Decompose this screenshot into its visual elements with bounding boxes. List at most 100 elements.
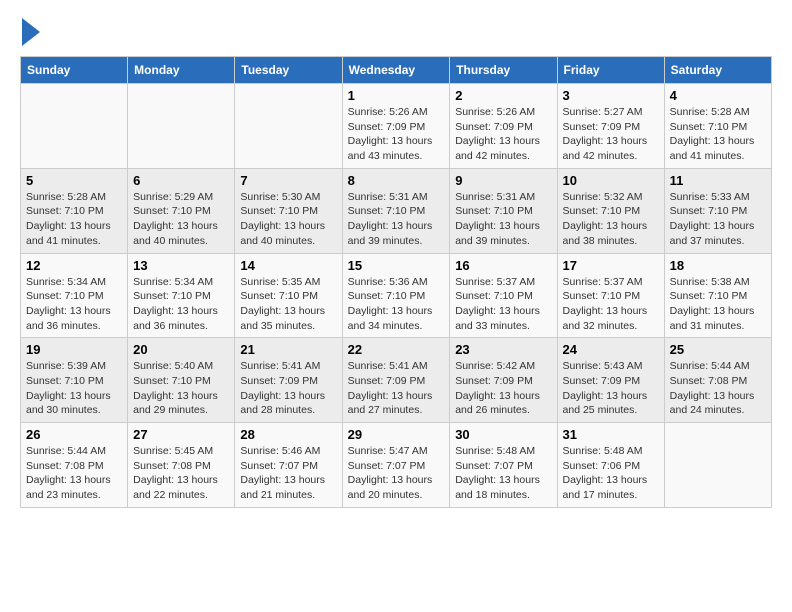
day-info-text: Sunrise: 5:38 AM Sunset: 7:10 PM Dayligh… — [670, 275, 766, 334]
calendar-day-cell: 30Sunrise: 5:48 AM Sunset: 7:07 PM Dayli… — [450, 423, 557, 508]
day-number: 28 — [240, 427, 336, 442]
day-info-text: Sunrise: 5:44 AM Sunset: 7:08 PM Dayligh… — [670, 359, 766, 418]
day-number: 23 — [455, 342, 551, 357]
calendar-day-cell: 25 Sunrise: 5:44 AM Sunset: 7:08 PM Dayli… — [664, 338, 771, 423]
day-info-text: Sunrise: 5:26 AM Sunset: 7:09 PM Dayligh… — [455, 105, 551, 164]
day-number: 12 — [26, 258, 122, 273]
day-number: 13 — [133, 258, 229, 273]
calendar-day-cell: 5 Sunrise: 5:28 AM Sunset: 7:10 PM Daylig… — [21, 168, 128, 253]
day-number: 25 — [670, 342, 766, 357]
day-info-text: Sunrise: 5:31 AM Sunset: 7:10 PM Dayligh… — [348, 190, 445, 249]
day-number: 26 — [26, 427, 122, 442]
calendar-day-cell: 6Sunrise: 5:29 AM Sunset: 7:10 PM Daylig… — [128, 168, 235, 253]
day-info-text: Sunrise: 5:31 AM Sunset: 7:10 PM Dayligh… — [455, 190, 551, 249]
day-info-text: Sunrise: 5:42 AM Sunset: 7:09 PM Dayligh… — [455, 359, 551, 418]
day-info-text: Sunrise: 5:36 AM Sunset: 7:10 PM Dayligh… — [348, 275, 445, 334]
calendar-day-cell: 4 Sunrise: 5:28 AM Sunset: 7:10 PM Daylig… — [664, 84, 771, 169]
day-info-text: Sunrise: 5:30 AM Sunset: 7:10 PM Dayligh… — [240, 190, 336, 249]
day-info-text: Sunrise: 5:26 AM Sunset: 7:09 PM Dayligh… — [348, 105, 445, 164]
calendar-header-row: SundayMondayTuesdayWednesdayThursdayFrid… — [21, 57, 772, 84]
calendar-day-cell — [128, 84, 235, 169]
day-number: 21 — [240, 342, 336, 357]
day-info-text: Sunrise: 5:37 AM Sunset: 7:10 PM Dayligh… — [455, 275, 551, 334]
calendar-week-row: 5 Sunrise: 5:28 AM Sunset: 7:10 PM Daylig… — [21, 168, 772, 253]
day-of-week-header: Thursday — [450, 57, 557, 84]
calendar-day-cell: 28 Sunrise: 5:46 AM Sunset: 7:07 PM Dayli… — [235, 423, 342, 508]
calendar-day-cell: 7 Sunrise: 5:30 AM Sunset: 7:10 PM Daylig… — [235, 168, 342, 253]
calendar-week-row: 12 Sunrise: 5:34 AM Sunset: 7:10 PM Dayli… — [21, 253, 772, 338]
day-number: 18 — [670, 258, 766, 273]
calendar-day-cell: 21 Sunrise: 5:41 AM Sunset: 7:09 PM Dayli… — [235, 338, 342, 423]
day-number: 14 — [240, 258, 336, 273]
calendar-day-cell: 29 Sunrise: 5:47 AM Sunset: 7:07 PM Dayli… — [342, 423, 450, 508]
day-number: 6 — [133, 173, 229, 188]
day-info-text: Sunrise: 5:34 AM Sunset: 7:10 PM Dayligh… — [133, 275, 229, 334]
logo — [20, 20, 40, 46]
day-info-text: Sunrise: 5:40 AM Sunset: 7:10 PM Dayligh… — [133, 359, 229, 418]
calendar-day-cell: 13 Sunrise: 5:34 AM Sunset: 7:10 PM Dayli… — [128, 253, 235, 338]
day-number: 10 — [563, 173, 659, 188]
day-info-text: Sunrise: 5:47 AM Sunset: 7:07 PM Dayligh… — [348, 444, 445, 503]
calendar-day-cell: 22Sunrise: 5:41 AM Sunset: 7:09 PM Dayli… — [342, 338, 450, 423]
calendar-week-row: 1 Sunrise: 5:26 AM Sunset: 7:09 PM Daylig… — [21, 84, 772, 169]
day-info-text: Sunrise: 5:32 AM Sunset: 7:10 PM Dayligh… — [563, 190, 659, 249]
calendar-day-cell: 17Sunrise: 5:37 AM Sunset: 7:10 PM Dayli… — [557, 253, 664, 338]
day-info-text: Sunrise: 5:28 AM Sunset: 7:10 PM Dayligh… — [26, 190, 122, 249]
calendar-table: SundayMondayTuesdayWednesdayThursdayFrid… — [20, 56, 772, 508]
day-of-week-header: Sunday — [21, 57, 128, 84]
calendar-day-cell: 3 Sunrise: 5:27 AM Sunset: 7:09 PM Daylig… — [557, 84, 664, 169]
day-number: 19 — [26, 342, 122, 357]
day-info-text: Sunrise: 5:44 AM Sunset: 7:08 PM Dayligh… — [26, 444, 122, 503]
calendar-day-cell: 20 Sunrise: 5:40 AM Sunset: 7:10 PM Dayli… — [128, 338, 235, 423]
calendar-day-cell: 18 Sunrise: 5:38 AM Sunset: 7:10 PM Dayli… — [664, 253, 771, 338]
day-info-text: Sunrise: 5:41 AM Sunset: 7:09 PM Dayligh… — [348, 359, 445, 418]
day-info-text: Sunrise: 5:27 AM Sunset: 7:09 PM Dayligh… — [563, 105, 659, 164]
day-info-text: Sunrise: 5:45 AM Sunset: 7:08 PM Dayligh… — [133, 444, 229, 503]
day-info-text: Sunrise: 5:34 AM Sunset: 7:10 PM Dayligh… — [26, 275, 122, 334]
calendar-day-cell — [664, 423, 771, 508]
day-info-text: Sunrise: 5:46 AM Sunset: 7:07 PM Dayligh… — [240, 444, 336, 503]
calendar-day-cell — [21, 84, 128, 169]
calendar-day-cell: 23 Sunrise: 5:42 AM Sunset: 7:09 PM Dayli… — [450, 338, 557, 423]
day-number: 5 — [26, 173, 122, 188]
day-info-text: Sunrise: 5:48 AM Sunset: 7:07 PM Dayligh… — [455, 444, 551, 503]
day-number: 16 — [455, 258, 551, 273]
page-header — [20, 20, 772, 46]
calendar-day-cell: 12 Sunrise: 5:34 AM Sunset: 7:10 PM Dayli… — [21, 253, 128, 338]
day-info-text: Sunrise: 5:39 AM Sunset: 7:10 PM Dayligh… — [26, 359, 122, 418]
day-number: 24 — [563, 342, 659, 357]
calendar-day-cell: 14 Sunrise: 5:35 AM Sunset: 7:10 PM Dayli… — [235, 253, 342, 338]
day-number: 2 — [455, 88, 551, 103]
logo-arrow-icon — [22, 18, 40, 46]
day-info-text: Sunrise: 5:37 AM Sunset: 7:10 PM Dayligh… — [563, 275, 659, 334]
day-of-week-header: Saturday — [664, 57, 771, 84]
day-info-text: Sunrise: 5:28 AM Sunset: 7:10 PM Dayligh… — [670, 105, 766, 164]
calendar-day-cell: 10 Sunrise: 5:32 AM Sunset: 7:10 PM Dayli… — [557, 168, 664, 253]
day-number: 29 — [348, 427, 445, 442]
day-number: 15 — [348, 258, 445, 273]
day-number: 9 — [455, 173, 551, 188]
day-of-week-header: Monday — [128, 57, 235, 84]
day-of-week-header: Friday — [557, 57, 664, 84]
calendar-day-cell: 8Sunrise: 5:31 AM Sunset: 7:10 PM Daylig… — [342, 168, 450, 253]
day-number: 27 — [133, 427, 229, 442]
day-info-text: Sunrise: 5:35 AM Sunset: 7:10 PM Dayligh… — [240, 275, 336, 334]
day-info-text: Sunrise: 5:48 AM Sunset: 7:06 PM Dayligh… — [563, 444, 659, 503]
day-of-week-header: Wednesday — [342, 57, 450, 84]
day-of-week-header: Tuesday — [235, 57, 342, 84]
day-info-text: Sunrise: 5:33 AM Sunset: 7:10 PM Dayligh… — [670, 190, 766, 249]
calendar-day-cell — [235, 84, 342, 169]
day-info-text: Sunrise: 5:41 AM Sunset: 7:09 PM Dayligh… — [240, 359, 336, 418]
calendar-day-cell: 15 Sunrise: 5:36 AM Sunset: 7:10 PM Dayli… — [342, 253, 450, 338]
day-number: 31 — [563, 427, 659, 442]
calendar-day-cell: 27 Sunrise: 5:45 AM Sunset: 7:08 PM Dayli… — [128, 423, 235, 508]
calendar-day-cell: 16 Sunrise: 5:37 AM Sunset: 7:10 PM Dayli… — [450, 253, 557, 338]
day-number: 3 — [563, 88, 659, 103]
calendar-day-cell: 19 Sunrise: 5:39 AM Sunset: 7:10 PM Dayli… — [21, 338, 128, 423]
calendar-day-cell: 31 Sunrise: 5:48 AM Sunset: 7:06 PM Dayli… — [557, 423, 664, 508]
calendar-day-cell: 1 Sunrise: 5:26 AM Sunset: 7:09 PM Daylig… — [342, 84, 450, 169]
day-number: 1 — [348, 88, 445, 103]
day-number: 20 — [133, 342, 229, 357]
day-number: 7 — [240, 173, 336, 188]
day-number: 4 — [670, 88, 766, 103]
